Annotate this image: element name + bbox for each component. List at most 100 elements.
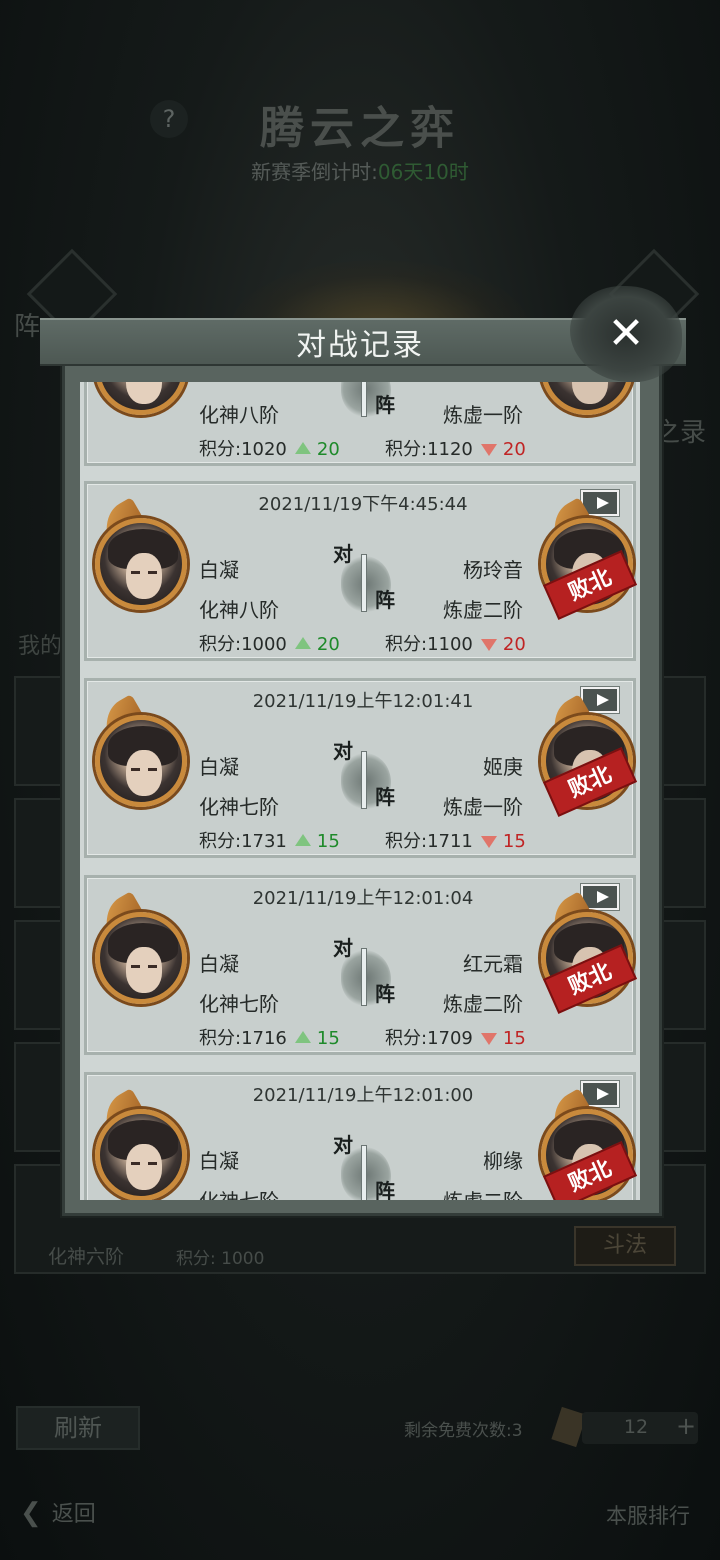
opponent-rank: 炼虚一阶 [443, 403, 523, 427]
player-rank: 化神八阶 [199, 598, 279, 622]
player-avatar [95, 518, 187, 610]
player-avatar [95, 382, 187, 415]
server-rank-button[interactable]: 本服排行 [606, 1500, 690, 1530]
fight-button[interactable]: 斗法 [574, 1226, 676, 1266]
down-arrow-icon [480, 639, 497, 651]
up-arrow-icon [294, 637, 311, 649]
vs-bottom-glyph: 阵 [375, 393, 395, 417]
my-section-label: 我的 [18, 634, 63, 659]
player-score-text: 积分:1000 [199, 634, 287, 655]
record-list[interactable]: 化神八阶 积分:102020 对阵 炼虚一阶 积分:112020 2021/11… [80, 382, 640, 1200]
player-score-text: 积分:1731 [199, 831, 287, 852]
sword-icon [361, 948, 367, 1006]
player-name: 白凝 [199, 755, 239, 779]
sword-icon [361, 1145, 367, 1200]
opponent-avatar [541, 382, 633, 415]
vs-bottom-glyph: 阵 [375, 1179, 395, 1200]
record-card: 化神八阶 积分:1020 20 对阵 炼虚一阶 积分:1120 20 [84, 382, 636, 466]
player-score: 积分:1020 20 [199, 435, 340, 461]
vs-top-glyph: 对 [333, 542, 353, 566]
player-score: 积分:1731 15 [199, 827, 340, 853]
vs-emblem: 对阵 [327, 735, 403, 819]
opponent-score-text: 积分:1709 [385, 1028, 473, 1049]
player-avatar [95, 912, 187, 1004]
season-countdown-value: 06天10时 [377, 160, 469, 184]
opponent-score-text: 积分:1120 [385, 439, 473, 460]
opponent-rank: 炼虚一阶 [443, 795, 523, 819]
record-card: 2021/11/19上午12:01:41 白凝 化神七阶 积分:1731 15 对… [84, 678, 638, 858]
refresh-button[interactable]: 刷新 [16, 1406, 140, 1450]
back-label: 返回 [51, 1502, 96, 1527]
opponent-score: 积分:1120 20 [385, 435, 526, 461]
ticket-count: 12 [623, 1416, 649, 1438]
opponent-score-delta: 15 [502, 831, 526, 852]
back-arrow-icon: ❮ [20, 1498, 42, 1528]
player-rank: 化神七阶 [199, 795, 279, 819]
vs-bottom-glyph: 阵 [375, 588, 395, 612]
sword-icon [361, 382, 367, 417]
player-avatar [95, 715, 187, 807]
opponent-score-delta: 15 [502, 1028, 526, 1049]
opponent-score: 积分: 1000 [176, 1249, 265, 1269]
back-button[interactable]: ❮ 返回 [20, 1496, 96, 1528]
close-icon[interactable]: ✕ [600, 308, 652, 360]
vs-top-glyph: 对 [333, 936, 353, 960]
free-count-label: 剩余免费次数:3 [404, 1421, 523, 1441]
player-score-delta: 15 [316, 1028, 340, 1049]
up-arrow-icon [294, 442, 311, 454]
player-rank: 化神八阶 [199, 403, 279, 427]
opponent-score: 积分:1711 15 [385, 827, 526, 853]
opponent-rank: 化神六阶 [48, 1246, 125, 1268]
down-arrow-icon [480, 836, 497, 848]
player-score: 积分:1000 20 [199, 630, 340, 656]
vs-bottom-glyph: 阵 [375, 982, 395, 1006]
player-rank: 化神七阶 [199, 992, 279, 1016]
record-card: 2021/11/19上午12:01:04 白凝 化神七阶 积分:1716 15 对… [84, 875, 638, 1055]
player-score-text: 积分:1020 [199, 439, 287, 460]
record-time: 2021/11/19下午4:45:44 [258, 494, 468, 515]
player-name: 白凝 [199, 1149, 239, 1173]
opponent-rank: 炼虚二阶 [443, 1185, 523, 1200]
add-ticket-button[interactable]: + [676, 1412, 696, 1440]
opponent-rank: 炼虚二阶 [443, 598, 523, 622]
player-name: 白凝 [199, 952, 239, 976]
season-countdown: 新赛季倒计时:06天10时 [0, 156, 720, 185]
player-score-delta: 15 [316, 831, 340, 852]
opponent-score: 积分:1709 15 [385, 1024, 526, 1050]
record-card: 2021/11/19下午4:45:44 白凝 化神八阶 积分:1000 20 对阵… [84, 481, 638, 661]
opponent-rank: 炼虚二阶 [443, 992, 523, 1016]
record-time: 2021/11/19上午12:01:04 [252, 888, 474, 909]
opponent-name: 柳缘 [483, 1149, 523, 1173]
sword-icon [361, 751, 367, 809]
up-arrow-icon [294, 1031, 311, 1043]
record-card: 2021/11/19上午12:01:00 白凝 化神七阶 对阵 柳缘 炼虚二阶 … [84, 1072, 638, 1200]
vs-bottom-glyph: 阵 [375, 785, 395, 809]
record-time: 2021/11/19上午12:01:41 [252, 691, 474, 712]
player-name: 白凝 [199, 558, 239, 582]
opponent-score-text: 积分:1711 [385, 831, 473, 852]
vs-emblem: 对阵 [327, 932, 403, 1016]
vs-emblem: 对阵 [327, 1129, 403, 1200]
opponent-score: 积分:1100 20 [385, 630, 526, 656]
vs-emblem: 对阵 [327, 538, 403, 622]
record-time: 2021/11/19上午12:01:00 [252, 1085, 474, 1106]
player-score-delta: 20 [316, 439, 340, 460]
vs-emblem: 对阵 [327, 382, 403, 427]
season-countdown-label: 新赛季倒计时: [251, 160, 378, 184]
down-arrow-icon [480, 444, 497, 456]
sword-icon [361, 554, 367, 612]
player-score-text: 积分:1716 [199, 1028, 287, 1049]
opponent-name: 红元霜 [463, 952, 523, 976]
opponent-name: 杨玲音 [463, 558, 523, 582]
page-title: 腾云之弈 [260, 103, 460, 154]
opponent-score-delta: 20 [502, 439, 526, 460]
player-score-delta: 20 [316, 634, 340, 655]
vs-top-glyph: 对 [333, 1133, 353, 1157]
down-arrow-icon [480, 1033, 497, 1045]
player-avatar [95, 1109, 187, 1200]
vs-top-glyph: 对 [333, 739, 353, 763]
opponent-name: 姬庚 [483, 755, 523, 779]
player-rank: 化神七阶 [199, 1185, 279, 1200]
player-score: 积分:1716 15 [199, 1024, 340, 1050]
opponent-score-text: 积分:1100 [385, 634, 473, 655]
